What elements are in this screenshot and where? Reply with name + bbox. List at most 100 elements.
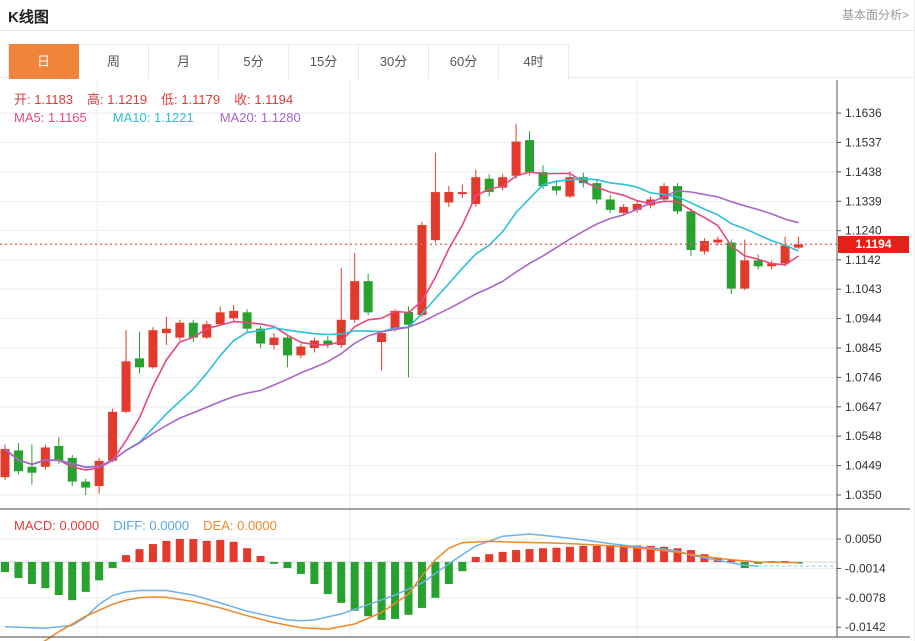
candle-body (754, 260, 763, 266)
macd-hist-bar (539, 548, 547, 562)
candle-body (135, 358, 144, 367)
main-axis-label: 1.0944 (845, 312, 882, 326)
macd-hist-bar (485, 554, 493, 562)
candle-body (1, 449, 10, 477)
macd-hist-bar (176, 539, 184, 562)
main-axis-label: 1.1142 (845, 253, 881, 267)
candle-body (243, 312, 252, 328)
candle-body (81, 482, 90, 488)
main-axis-label: 1.1438 (845, 165, 882, 179)
macd-hist-bar (310, 562, 318, 584)
macd-hist-bar (189, 539, 197, 562)
macd-hist-bar (364, 562, 372, 616)
macd-hist-bar (351, 562, 359, 611)
kline-chart-canvas[interactable]: 1.16361.15371.14381.13391.12401.11421.10… (0, 0, 915, 641)
macd-axis-label: -0.0078 (845, 591, 886, 605)
macd-hist-bar (82, 562, 90, 592)
macd-hist-bar (512, 550, 520, 562)
candle-body (283, 338, 292, 356)
candle-body (350, 281, 359, 320)
macd-hist-bar (28, 562, 36, 584)
main-axis-label: 1.0449 (845, 459, 882, 473)
macd-hist-bar (472, 557, 480, 562)
macd-hist-bar (297, 562, 305, 574)
candle-body (216, 312, 225, 324)
candle-body (727, 243, 736, 289)
candle-body (229, 311, 238, 318)
main-axis-label: 1.0548 (845, 429, 882, 443)
macd-hist-bar (458, 562, 466, 571)
macd-hist-bar (552, 548, 560, 562)
candle-body (525, 140, 534, 172)
candle-body (377, 333, 386, 342)
macd-axis-label: -0.0014 (845, 561, 886, 575)
macd-axis-label: 0.0050 (845, 532, 882, 546)
candle-body (27, 467, 36, 473)
macd-hist-bar (579, 546, 587, 562)
main-axis-label: 1.0350 (845, 488, 882, 502)
candle-body (700, 241, 709, 251)
macd-hist-bar (216, 540, 224, 562)
macd-hist-bar (257, 556, 265, 562)
macd-hist-bar (324, 562, 332, 594)
candle-body (54, 446, 63, 461)
candle-body (606, 199, 615, 209)
ma5-line (5, 172, 799, 470)
macd-hist-bar (109, 562, 117, 568)
main-axis-label: 1.1339 (845, 194, 882, 208)
macd-hist-bar (606, 545, 614, 562)
macd-hist-bar (14, 562, 22, 578)
candle-body (270, 338, 279, 345)
macd-hist-bar (41, 562, 49, 588)
macd-hist-bar (122, 555, 130, 562)
current-price-badge: 1.1194 (838, 236, 909, 253)
macd-hist-bar (243, 548, 251, 562)
candle-body (175, 323, 184, 338)
macd-hist-bar (270, 562, 278, 564)
candle-body (512, 142, 521, 176)
candle-body (444, 192, 453, 202)
macd-hist-bar (162, 541, 170, 562)
macd-hist-bar (283, 562, 291, 568)
candle-body (713, 240, 722, 243)
macd-hist-bar (337, 562, 345, 603)
macd-hist-bar (203, 541, 211, 562)
main-axis-label: 1.0845 (845, 341, 882, 355)
macd-hist-bar (68, 562, 76, 600)
macd-axis-label: -0.0142 (845, 620, 886, 634)
candle-body (108, 412, 117, 461)
main-axis-label: 1.1537 (845, 135, 882, 149)
macd-hist-bar (55, 562, 63, 595)
candle-body (471, 177, 480, 204)
candle-body (162, 329, 171, 333)
candle-body (122, 361, 131, 411)
macd-hist-bar (593, 546, 601, 562)
macd-hist-bar (230, 542, 238, 562)
macd-hist-bar (391, 562, 399, 619)
candle-body (431, 192, 440, 240)
macd-hist-bar (499, 552, 507, 562)
macd-hist-bar (1, 562, 9, 572)
candle-body (364, 281, 373, 312)
kline-app: K线图 基本面分析> 日周月5分15分30分60分4时 1.16361.1537… (0, 0, 915, 641)
macd-hist-bar (136, 549, 144, 562)
candle-body (619, 207, 628, 213)
candle-body (458, 192, 467, 194)
candle-body (68, 458, 77, 482)
macd-hist-bar (431, 562, 439, 598)
candle-body (781, 246, 790, 264)
macd-hist-bar (526, 549, 534, 562)
candle-body (41, 447, 50, 466)
main-axis-label: 1.0746 (845, 370, 882, 384)
main-axis-label: 1.1636 (845, 106, 882, 120)
ma20-line (5, 191, 799, 467)
macd-hist-bar (95, 562, 103, 580)
macd-hist-bar (566, 547, 574, 562)
candle-body (148, 330, 157, 367)
main-axis-label: 1.0647 (845, 400, 882, 414)
candle-body (296, 347, 305, 356)
macd-hist-bar (149, 544, 157, 562)
main-axis-label: 1.1043 (845, 282, 882, 296)
ma10-line (5, 179, 799, 467)
candle-body (552, 186, 561, 190)
